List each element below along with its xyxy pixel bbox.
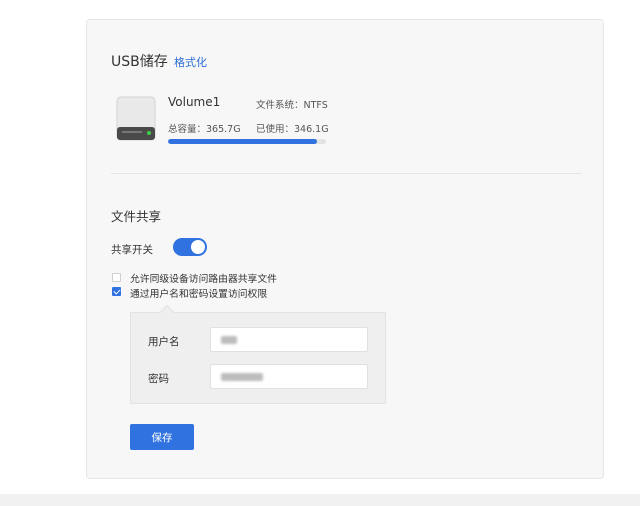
used-capacity-text: 已使用：346.1G	[256, 124, 329, 135]
password-access-checkbox[interactable]	[112, 287, 121, 296]
password-label: 密码	[148, 373, 169, 385]
filesystem-text: 文件系统：NTFS	[256, 100, 328, 111]
settings-card: USB储存 格式化 Volume1 文件系统：NTFS 总容量：365.7G 已…	[86, 19, 604, 479]
password-redacted	[221, 373, 263, 381]
username-input[interactable]	[210, 327, 368, 352]
credentials-panel: 用户名 密码	[130, 304, 386, 404]
volume-name: Volume1	[168, 95, 221, 109]
allow-peer-access-label: 允许同级设备访问路由器共享文件	[130, 274, 277, 285]
allow-peer-access-checkbox[interactable]	[112, 273, 121, 282]
password-access-label: 通过用户名和密码设置访问权限	[130, 289, 268, 300]
usage-progress-bar	[168, 139, 326, 144]
share-toggle[interactable]	[173, 238, 207, 256]
bottom-strip	[0, 494, 640, 506]
format-link[interactable]: 格式化	[174, 54, 207, 70]
share-toggle-label: 共享开关	[111, 244, 153, 256]
username-redacted	[221, 336, 237, 344]
username-label: 用户名	[148, 336, 180, 348]
save-button[interactable]: 保存	[130, 424, 194, 450]
file-share-title: 文件共享	[111, 209, 162, 224]
password-input[interactable]	[210, 364, 368, 389]
usage-progress-fill	[168, 139, 318, 144]
usb-storage-title: USB储存	[111, 54, 168, 70]
section-divider	[111, 173, 581, 174]
toggle-knob	[191, 240, 205, 254]
total-capacity-text: 总容量：365.7G	[168, 124, 241, 135]
hard-drive-icon	[116, 96, 156, 141]
panel-pointer	[159, 304, 175, 320]
